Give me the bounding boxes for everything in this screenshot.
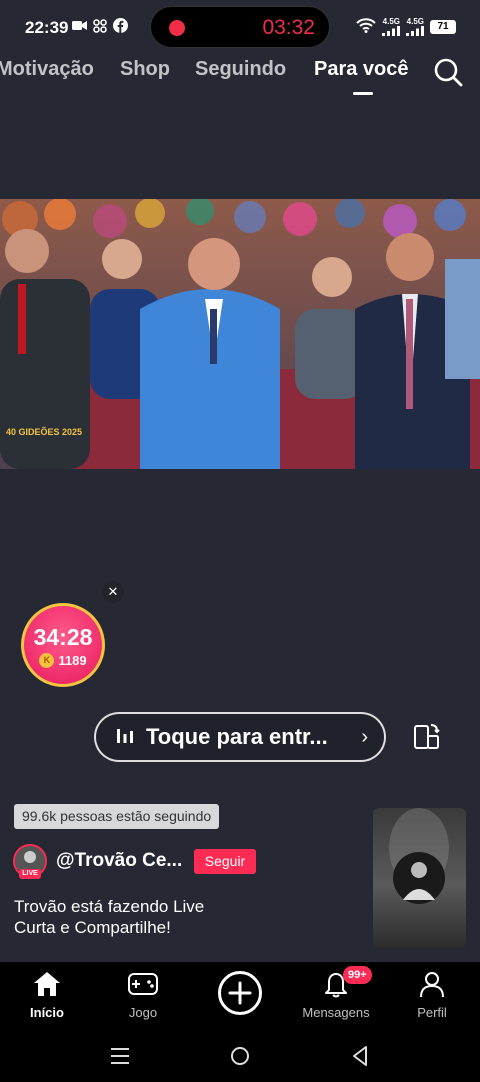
search-icon[interactable] xyxy=(432,56,464,88)
video-camera-icon xyxy=(72,19,87,36)
status-left-icons xyxy=(72,18,128,37)
rotate-screen-icon[interactable] xyxy=(412,722,442,752)
timer-value: 34:28 xyxy=(33,624,93,650)
recent-apps-icon[interactable] xyxy=(109,1046,131,1071)
caption: Trovão está fazendo Live Curta e Compart… xyxy=(14,896,204,938)
home-circle-icon[interactable] xyxy=(229,1045,251,1072)
followers-badge: 99.6k pessoas estão seguindo xyxy=(14,804,220,829)
live-video[interactable]: 40 GIDEÕES 2025 xyxy=(0,199,480,469)
chevron-right-icon: › xyxy=(361,726,368,748)
active-tab-indicator xyxy=(353,92,373,95)
tab-shop[interactable]: Shop xyxy=(120,58,170,81)
wifi-icon xyxy=(356,17,376,36)
status-time: 22:39 xyxy=(25,18,69,37)
live-preview-thumbnail[interactable] xyxy=(373,808,466,948)
facebook-icon xyxy=(113,18,128,37)
gamepad-icon xyxy=(128,973,158,995)
caption-line-1: Trovão está fazendo Live xyxy=(14,897,205,916)
status-right-icons: 4.5G 4.5G 71 xyxy=(356,17,456,36)
coin-counter: K 1189 xyxy=(24,653,102,668)
follow-button[interactable]: Seguir xyxy=(194,849,256,874)
system-nav xyxy=(0,1030,480,1082)
username[interactable]: @Trovão Ce... xyxy=(56,850,182,872)
home-icon xyxy=(34,972,60,996)
battery-icon: 71 xyxy=(430,19,456,34)
recording-time: 03:32 xyxy=(262,16,315,39)
plus-icon xyxy=(228,981,252,1005)
nav-profile[interactable]: Perfil xyxy=(392,970,472,1020)
enter-live-label: Toque para entr... xyxy=(146,724,328,749)
enter-live-button[interactable]: Toque para entr... › xyxy=(94,712,386,762)
event-logo: 40 GIDEÕES 2025 xyxy=(6,427,83,437)
back-icon[interactable] xyxy=(350,1045,370,1072)
nav-home-label: Início xyxy=(30,1005,64,1020)
nav-game-label: Jogo xyxy=(128,1005,158,1020)
signal-icon-1: 4.5G xyxy=(382,17,400,36)
coin-icon: K xyxy=(39,653,55,668)
record-icon xyxy=(169,20,185,36)
live-bars-icon xyxy=(116,726,134,749)
nav-profile-label: Perfil xyxy=(417,1005,447,1020)
tab-motivacao[interactable]: Motivação xyxy=(0,58,94,81)
nav-home[interactable]: Início xyxy=(7,970,87,1020)
caption-line-2: Curta e Compartilhe! xyxy=(14,918,171,937)
nav-game[interactable]: Jogo xyxy=(103,970,183,1020)
timer-badge[interactable]: 34:28 K 1189 xyxy=(21,603,105,687)
live-tag: LIVE xyxy=(19,869,41,879)
coin-count: 1189 xyxy=(58,653,87,668)
top-tabs: Motivação Shop Seguindo Para você xyxy=(0,58,480,95)
screen-recording-pill[interactable]: 03:32 xyxy=(150,6,330,48)
create-button[interactable] xyxy=(218,971,262,1015)
tab-para-voce[interactable]: Para você xyxy=(314,58,409,81)
screen: 22:39 03:32 4.5G 4.5G 71 Motivação Shop … xyxy=(0,0,480,1082)
messages-badge: 99+ xyxy=(343,966,372,984)
person-icon xyxy=(420,972,444,998)
status-bar: 22:39 03:32 4.5G 4.5G 71 xyxy=(0,0,480,56)
tab-seguindo[interactable]: Seguindo xyxy=(195,58,286,81)
close-icon[interactable]: ✕ xyxy=(102,581,124,603)
nav-messages-label: Mensagens xyxy=(302,1005,370,1020)
apps-icon xyxy=(93,18,107,37)
signal-icon-2: 4.5G xyxy=(406,17,424,36)
bottom-nav: Início Jogo Mensagens 99+ Perfil xyxy=(0,962,480,1030)
